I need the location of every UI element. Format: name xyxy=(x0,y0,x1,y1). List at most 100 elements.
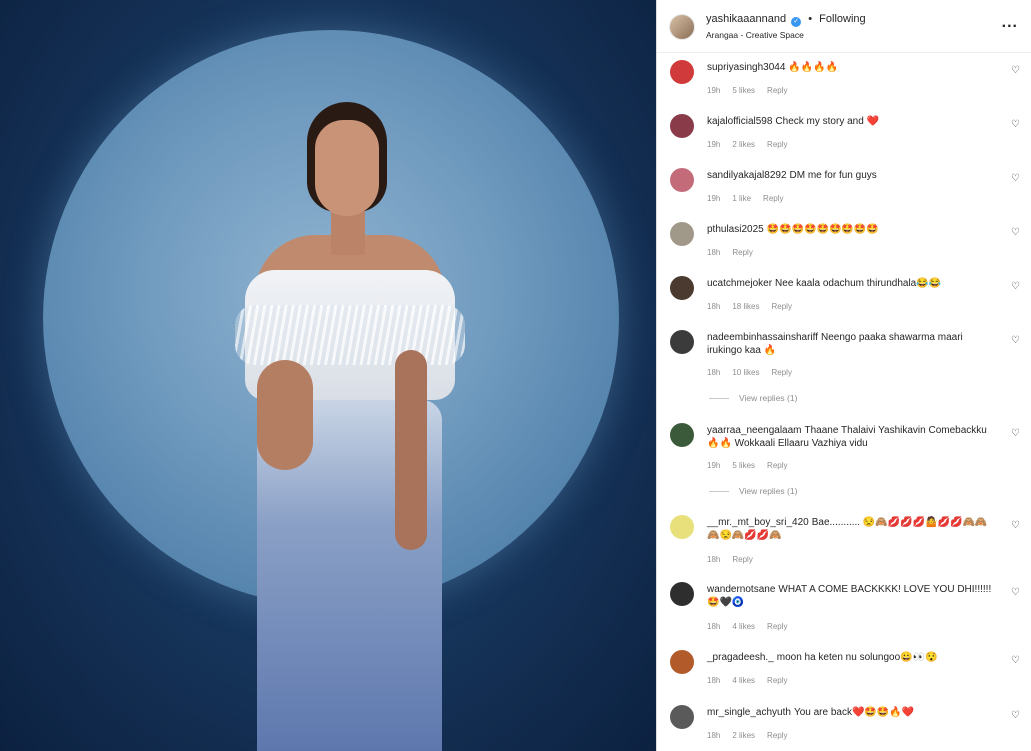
reply-button[interactable]: Reply xyxy=(767,676,787,685)
comment-time: 19h xyxy=(707,140,721,149)
comment-text: pthulasi2025 🤩🤩🤩🤩🤩🤩🤩🤩🤩 xyxy=(707,223,995,236)
comment-meta: 18h 18 likes Reply xyxy=(707,302,804,311)
replies-divider xyxy=(709,491,729,493)
like-heart-icon[interactable]: ♡ xyxy=(1011,428,1020,439)
commenter-avatar[interactable] xyxy=(670,60,694,84)
comment-text: nadeembinhassainshariff Neengo paaka shaw… xyxy=(707,331,995,357)
like-heart-icon[interactable]: ♡ xyxy=(1011,227,1020,238)
face xyxy=(315,120,379,216)
comment-meta: 18h 4 likes Reply xyxy=(707,622,800,631)
commenter-avatar[interactable] xyxy=(670,168,694,192)
comment-body: moon ha keten nu solungoo😀👀😯 xyxy=(776,652,938,663)
post-photo[interactable] xyxy=(0,0,656,751)
comment-username[interactable]: nadeembinhassainshariff xyxy=(707,332,818,343)
comment-username[interactable]: mr_single_achyuth xyxy=(707,707,791,718)
comment-meta: 18h Reply xyxy=(707,248,765,257)
like-heart-icon[interactable]: ♡ xyxy=(1011,335,1020,346)
like-heart-icon[interactable]: ♡ xyxy=(1011,173,1020,184)
post-header: yashikaaannand ✓ • Following Arangaa - C… xyxy=(657,0,1031,53)
comment-meta: 19h 5 likes Reply xyxy=(707,86,800,95)
like-heart-icon[interactable]: ♡ xyxy=(1011,655,1020,666)
reply-button[interactable]: Reply xyxy=(771,368,791,377)
comment-likes[interactable]: 2 likes xyxy=(732,140,755,149)
commenter-avatar[interactable] xyxy=(670,276,694,300)
verified-badge-icon: ✓ xyxy=(791,17,802,27)
comment-time: 18h xyxy=(707,302,721,311)
comment-time: 19h xyxy=(707,194,721,203)
reply-button[interactable]: Reply xyxy=(767,86,787,95)
comment-text: yaarraa_neengalaam Thaane Thalaivi Yashik… xyxy=(707,424,995,450)
comment-text: supriyasingh3044 🔥🔥🔥🔥 xyxy=(707,61,995,74)
reply-button[interactable]: Reply xyxy=(763,194,783,203)
commenter-avatar[interactable] xyxy=(670,423,694,447)
comment-likes[interactable]: 10 likes xyxy=(732,368,759,377)
comment-likes[interactable]: 4 likes xyxy=(732,676,755,685)
comment-likes[interactable]: 5 likes xyxy=(732,86,755,95)
commenter-avatar[interactable] xyxy=(670,705,694,729)
reply-button[interactable]: Reply xyxy=(767,140,787,149)
view-replies-button[interactable]: View replies (1) xyxy=(709,393,797,403)
comment-meta: 18h 10 likes Reply xyxy=(707,368,804,377)
view-replies-button[interactable]: View replies (1) xyxy=(709,486,797,496)
comment-username[interactable]: ucatchmejoker xyxy=(707,278,772,289)
comment-time: 18h xyxy=(707,555,721,564)
comment-likes[interactable]: 5 likes xyxy=(732,461,755,470)
author-line: yashikaaannand ✓ • Following xyxy=(706,13,866,27)
comment-likes[interactable]: 2 likes xyxy=(732,731,755,740)
comments-panel: yashikaaannand ✓ • Following Arangaa - C… xyxy=(656,0,1031,751)
like-heart-icon[interactable]: ♡ xyxy=(1011,281,1020,292)
comment-time: 18h xyxy=(707,676,721,685)
replies-divider xyxy=(709,398,729,400)
comment-username[interactable]: sandilyakajal8292 xyxy=(707,170,787,181)
reply-button[interactable]: Reply xyxy=(767,622,787,631)
view-replies-label[interactable]: View replies (1) xyxy=(739,393,797,403)
comment-time: 18h xyxy=(707,248,721,257)
comment-meta: 19h 5 likes Reply xyxy=(707,461,800,470)
comment-likes[interactable]: 18 likes xyxy=(732,302,759,311)
like-heart-icon[interactable]: ♡ xyxy=(1011,65,1020,76)
comment-meta: 18h 4 likes Reply xyxy=(707,676,800,685)
commenter-avatar[interactable] xyxy=(670,330,694,354)
comment-text: _pragadeesh._ moon ha keten nu solungoo😀👀… xyxy=(707,651,995,664)
reply-button[interactable]: Reply xyxy=(767,731,787,740)
like-heart-icon[interactable]: ♡ xyxy=(1011,520,1020,531)
comment-meta: 19h 2 likes Reply xyxy=(707,140,800,149)
comment-text: ucatchmejoker Nee kaala odachum thirundha… xyxy=(707,277,995,290)
commenter-avatar[interactable] xyxy=(670,222,694,246)
comment-text: __mr._mt_boy_sri_420 Bae........... 😒🙈💋💋💋… xyxy=(707,516,995,542)
following-button[interactable]: Following xyxy=(819,13,865,25)
post-location[interactable]: Arangaa - Creative Space xyxy=(706,30,804,40)
comment-username[interactable]: _pragadeesh._ xyxy=(707,652,774,663)
commenter-avatar[interactable] xyxy=(670,114,694,138)
comment-likes[interactable]: 4 likes xyxy=(732,622,755,631)
left-arm xyxy=(257,360,313,470)
comment-username[interactable]: pthulasi2025 xyxy=(707,224,764,235)
right-arm xyxy=(395,350,427,550)
comment-time: 18h xyxy=(707,622,721,631)
reply-button[interactable]: Reply xyxy=(732,248,752,257)
comment-body: Check my story and ❤️ xyxy=(775,116,880,127)
like-heart-icon[interactable]: ♡ xyxy=(1011,587,1020,598)
comment-username[interactable]: kajalofficial598 xyxy=(707,116,772,127)
comment-meta: 19h 1 like Reply xyxy=(707,194,796,203)
like-heart-icon[interactable]: ♡ xyxy=(1011,710,1020,721)
more-options-icon[interactable]: ... xyxy=(1002,14,1018,32)
comment-time: 18h xyxy=(707,368,721,377)
author-username[interactable]: yashikaaannand xyxy=(706,13,786,25)
reply-button[interactable]: Reply xyxy=(732,555,752,564)
commenter-avatar[interactable] xyxy=(670,582,694,606)
author-avatar[interactable] xyxy=(669,14,695,40)
view-replies-label[interactable]: View replies (1) xyxy=(739,486,797,496)
comment-username[interactable]: __mr._mt_boy_sri_420 xyxy=(707,517,809,528)
commenter-avatar[interactable] xyxy=(670,515,694,539)
reply-button[interactable]: Reply xyxy=(767,461,787,470)
comment-likes[interactable]: 1 like xyxy=(732,194,751,203)
comment-username[interactable]: wandernotsane xyxy=(707,584,775,595)
comment-username[interactable]: supriyasingh3044 xyxy=(707,62,785,73)
commenter-avatar[interactable] xyxy=(670,650,694,674)
comment-time: 19h xyxy=(707,461,721,470)
comment-username[interactable]: yaarraa_neengalaam xyxy=(707,425,802,436)
like-heart-icon[interactable]: ♡ xyxy=(1011,119,1020,130)
reply-button[interactable]: Reply xyxy=(771,302,791,311)
feather-trim xyxy=(235,305,465,365)
